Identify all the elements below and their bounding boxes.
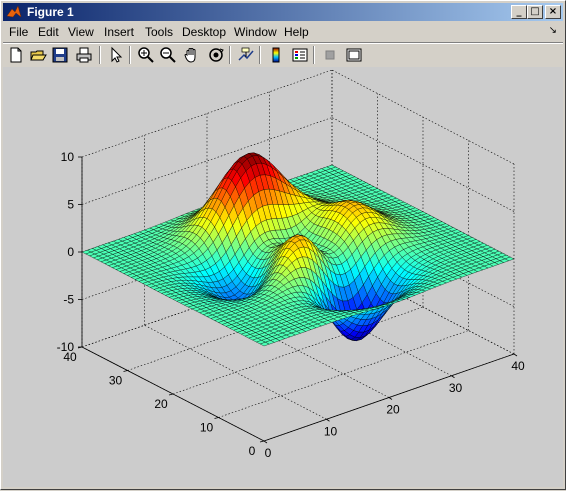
x-tick-mark (452, 376, 455, 378)
surface-plot[interactable]: 0102030400102030401050-5-10 (1, 1, 566, 491)
x-tick-label: 40 (511, 359, 525, 373)
z-tick-label: 10 (61, 150, 75, 164)
x-tick-label: 10 (324, 424, 338, 438)
y-tick-label: 0 (249, 444, 256, 458)
floor-gridline (219, 331, 469, 418)
x-tick-mark (514, 354, 517, 356)
x-tick-label: 30 (449, 381, 463, 395)
y-tick-mark (260, 441, 264, 442)
x-tick-mark (327, 419, 330, 421)
surface-mesh (82, 153, 514, 346)
y-tick-mark (124, 371, 128, 372)
z-tick-label: 5 (67, 198, 74, 212)
y-tick-label: 10 (200, 421, 214, 435)
z-tick-label: -5 (63, 293, 74, 307)
x-tick-label: 20 (386, 403, 400, 417)
x-tick-label: 0 (265, 446, 272, 460)
z-tick-label: -10 (57, 340, 75, 354)
floor-gridline (145, 325, 327, 419)
y-tick-mark (215, 418, 219, 419)
y-tick-mark (169, 394, 173, 395)
wall-gridline (332, 70, 514, 164)
x-tick-mark (389, 398, 392, 400)
x-tick-mark (264, 441, 267, 443)
y-tick-label: 30 (109, 374, 123, 388)
figure-canvas[interactable]: 0102030400102030401050-5-10 (3, 67, 563, 487)
figure-window: Figure 1 _ □ × File Edit View Insert Too… (0, 0, 566, 490)
z-tick-label: 0 (67, 245, 74, 259)
y-tick-label: 20 (154, 397, 168, 411)
